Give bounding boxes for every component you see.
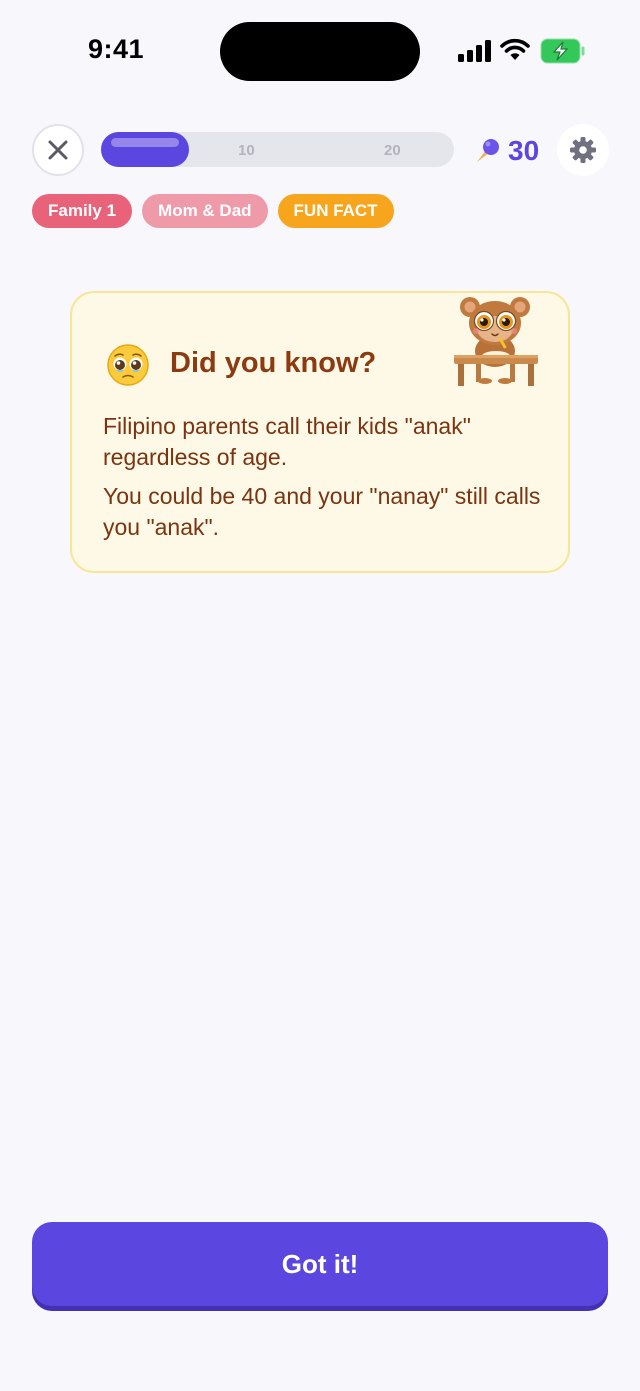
tag-fun-fact: FUN FACT — [277, 194, 394, 228]
progress-fill — [101, 132, 190, 167]
gem-counter: 30 — [472, 134, 539, 168]
wifi-icon — [500, 38, 530, 60]
tarsier-at-desk-icon — [454, 297, 538, 386]
pleading-face-icon — [107, 344, 149, 386]
progress-shine — [111, 138, 180, 147]
cellular-signal-icon — [458, 40, 491, 62]
tag-family: Family 1 — [32, 194, 133, 228]
ice-cream-cone-icon — [477, 139, 499, 162]
close-button[interactable] — [32, 124, 84, 176]
got-it-button[interactable]: Got it! — [32, 1222, 608, 1306]
fact-paragraph: Filipino parents call their kids "anak" … — [103, 413, 471, 470]
settings-button[interactable] — [557, 124, 609, 176]
status-bar: 9:41 — [0, 0, 640, 100]
dynamic-island — [220, 22, 420, 81]
gear-icon — [570, 137, 596, 163]
milestone-label: 20 — [384, 142, 401, 159]
lesson-tags: Family 1 Mom & Dad FUN FACT — [32, 194, 394, 228]
gem-count: 30 — [508, 135, 540, 166]
lesson-progress-bar: 10 20 — [101, 132, 454, 167]
battery-charging-icon — [540, 38, 585, 64]
status-time: 9:41 — [88, 34, 145, 64]
fun-fact-card: Did you know? Filipino parents call thei… — [70, 291, 570, 573]
tag-mom-dad: Mom & Dad — [142, 194, 268, 228]
lesson-screen: 9:41 10 20 30 Family 1 Mom & Dad FUN FAC… — [0, 0, 640, 1391]
fact-paragraph: You could be 40 and your "nanay" still c… — [103, 483, 541, 540]
close-icon — [48, 140, 68, 160]
milestone-label: 10 — [238, 142, 255, 159]
card-title: Did you know? — [170, 347, 377, 379]
